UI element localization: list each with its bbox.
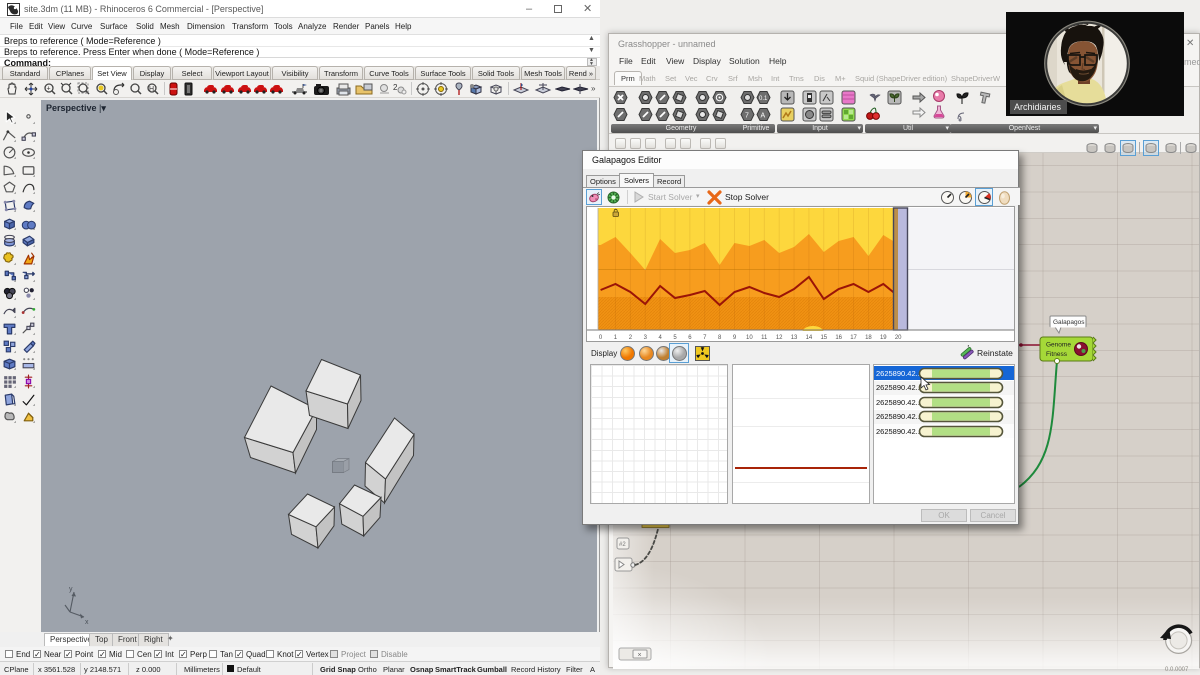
svg-text:16: 16	[835, 335, 842, 341]
svg-text:x: x	[85, 619, 89, 626]
svg-text:+: +	[47, 86, 51, 93]
svg-text:H: H	[149, 86, 154, 93]
svg-text:14: 14	[806, 335, 813, 341]
svg-text:0.0.0007: 0.0.0007	[1165, 667, 1189, 673]
svg-text:2: 2	[393, 83, 398, 92]
svg-text:18: 18	[865, 335, 872, 341]
svg-text:A: A	[761, 113, 766, 120]
svg-text:20: 20	[895, 335, 902, 341]
svg-text:10: 10	[746, 335, 753, 341]
svg-text:11: 11	[761, 335, 768, 341]
svg-text:Galapagos: Galapagos	[1053, 319, 1085, 326]
svg-text:19: 19	[880, 335, 887, 341]
svg-text:13: 13	[791, 335, 798, 341]
svg-text:y: y	[69, 586, 73, 593]
svg-text:Fitness: Fitness	[1046, 351, 1068, 358]
svg-text:15: 15	[820, 335, 827, 341]
svg-text:×: ×	[638, 652, 642, 659]
svg-text:#2: #2	[619, 542, 626, 548]
svg-text:17: 17	[850, 335, 857, 341]
svg-text:0.1: 0.1	[759, 96, 768, 102]
svg-text:Genome: Genome	[1046, 342, 1071, 349]
svg-text:12: 12	[776, 335, 783, 341]
svg-text:7: 7	[745, 113, 749, 120]
